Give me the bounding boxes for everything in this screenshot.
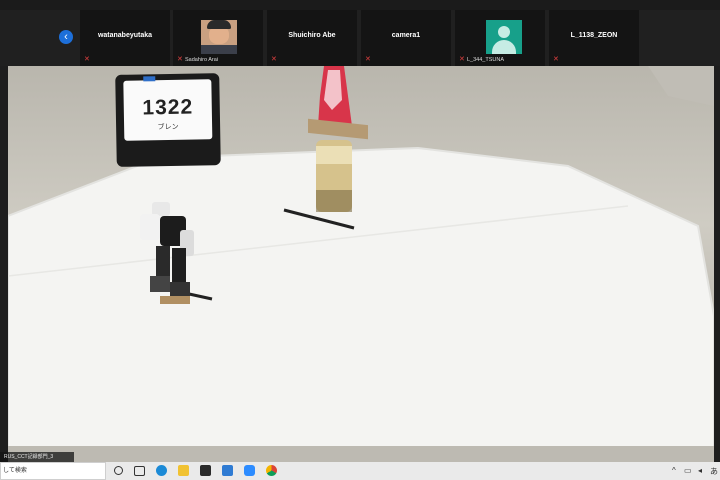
main-video: 1322 ブレン [8,66,714,462]
network-icon[interactable]: ▭ [684,466,692,475]
mail-icon[interactable] [222,465,233,476]
participant-tile[interactable]: L_1138_ZEON ✕ [549,10,639,66]
participant-video [201,20,237,54]
avatar-icon [486,20,522,54]
target-bottle [308,66,368,212]
mic-muted-icon: ✕ [365,56,371,63]
humanoid-robot [140,202,194,304]
explorer-icon[interactable] [178,465,189,476]
mic-muted-icon: ✕ [271,56,277,63]
chevron-left-icon[interactable]: ‹ [59,30,73,44]
participant-tile[interactable]: ✕ L_344_TSUNA [455,10,545,66]
participant-tile[interactable]: watanabeyutaka ✕ [80,10,170,66]
chevron-up-icon[interactable]: ^ [672,466,676,475]
participant-name: Sadahiro Arai [185,57,219,63]
search-input[interactable]: して検索 [0,462,106,480]
participant-name: camera1 [391,32,421,39]
edge-icon[interactable] [156,465,167,476]
mic-muted-icon: ✕ [459,56,465,63]
ime-icon[interactable]: あ [710,466,718,477]
participant-tile[interactable]: camera1 ✕ [361,10,451,66]
participant-tile[interactable]: Shuichiro Abe ✕ [267,10,357,66]
windows-taskbar [0,462,720,480]
participant-name: L_1138_ZEON [570,32,618,39]
mic-muted-icon: ✕ [177,56,183,63]
participant-name: Shuichiro Abe [288,32,336,39]
speaker-icon[interactable]: ◂ [698,466,702,475]
mic-muted-icon: ✕ [553,56,559,63]
mic-muted-icon: ✕ [84,56,90,63]
participant-name: L_344_TSUNA [467,57,504,63]
chrome-icon[interactable] [266,465,277,476]
robot-name: ブレン [157,123,179,132]
robot-id-card: 1322 ブレン [115,73,221,167]
video-overlay-label: RUS_CCT記録部門_3 [0,452,74,462]
cortana-icon[interactable] [114,466,123,475]
participant-name: watanabeyutaka [97,32,153,39]
store-icon[interactable] [200,465,211,476]
robot-number: 1322 [142,95,194,120]
participant-tile[interactable]: ✕ Sadahiro Arai [173,10,263,66]
zoom-icon[interactable] [244,465,255,476]
task-view-icon[interactable] [134,466,145,476]
window-top-bar [0,0,720,10]
